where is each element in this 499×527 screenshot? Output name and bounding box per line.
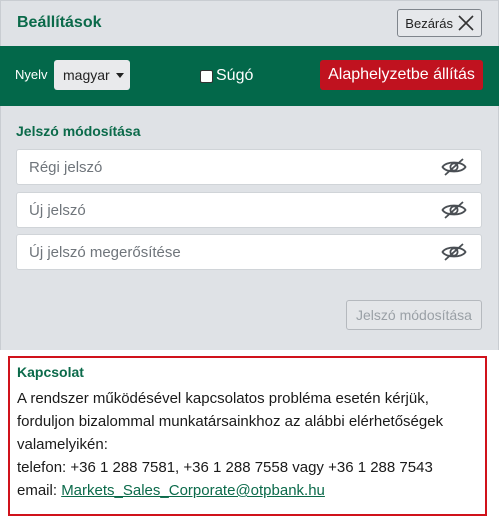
change-password-button[interactable]: Jelszó módosítása (346, 300, 482, 330)
contact-description: A rendszer működésével kapcsolatos probl… (17, 390, 444, 453)
section-title: Jelszó módosítása (16, 123, 141, 139)
confirm-password-placeholder: Új jelszó megerősítése (29, 243, 181, 261)
contact-title: Kapcsolat (17, 364, 84, 380)
help-label: Súgó (216, 67, 254, 84)
chevron-down-icon (115, 72, 124, 78)
reset-defaults-button[interactable]: Alaphelyzetbe állítás (320, 60, 483, 90)
language-select[interactable]: magyar (54, 60, 130, 90)
email-label: email: (17, 482, 58, 499)
new-password-field[interactable]: Új jelszó (16, 192, 482, 228)
page-title: Beállítások (17, 14, 102, 31)
new-password-placeholder: Új jelszó (29, 201, 86, 219)
close-label: Bezárás (405, 15, 453, 31)
settings-toolbar: Nyelv magyar Súgó Alaphelyzetbe állítás (0, 46, 499, 106)
close-button[interactable]: Bezárás (397, 9, 482, 37)
contact-text: A rendszer működésével kapcsolatos probl… (17, 387, 479, 502)
close-icon (458, 15, 474, 31)
settings-panel: Beállítások Bezárás Nyelv magyar Súgó Al… (0, 0, 499, 527)
eye-slash-icon[interactable] (441, 242, 467, 262)
confirm-password-field[interactable]: Új jelszó megerősítése (16, 234, 482, 270)
old-password-placeholder: Régi jelszó (29, 158, 103, 176)
eye-slash-icon[interactable] (441, 200, 467, 220)
password-change-section: Jelszó módosítása Régi jelszó Új jelszó … (0, 106, 499, 350)
contact-box: Kapcsolat A rendszer működésével kapcsol… (8, 356, 487, 516)
eye-slash-icon[interactable] (441, 157, 467, 177)
help-checkbox[interactable] (200, 69, 213, 83)
settings-header: Beállítások Bezárás (0, 0, 499, 46)
old-password-field[interactable]: Régi jelszó (16, 149, 482, 185)
language-value: magyar (63, 67, 110, 83)
contact-phone: telefon: +36 1 288 7581, +36 1 288 7558 … (17, 459, 433, 476)
email-link[interactable]: Markets_Sales_Corporate@otpbank.hu (61, 482, 325, 499)
language-label: Nyelv (15, 67, 48, 82)
help-toggle[interactable]: Súgó (200, 67, 253, 85)
